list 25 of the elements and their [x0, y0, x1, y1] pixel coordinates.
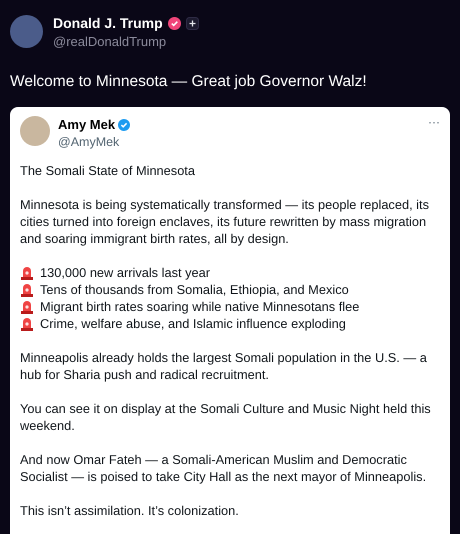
post-text: Welcome to Minnesota — Great job Governor Walz! [9, 72, 368, 92]
paragraph: The Somali State of Minnesota [20, 162, 196, 179]
siren-icon [20, 316, 34, 331]
paragraph: Minneapolis already holds the largest Somali population in the U.S. — a hub for Sharia push and radical recruitment. [20, 348, 428, 383]
quoted-post-card[interactable] [10, 107, 450, 534]
author-name[interactable]: Donald J. Trump [53, 13, 163, 34]
paragraph: This isn’t assimilation. It’s colonization. [20, 502, 240, 519]
list-item: Tens of thousands from Somalia, Ethiopia, and Mexico [40, 280, 349, 298]
verified-badge-icon [118, 119, 130, 131]
more-options[interactable]: ··· [428, 115, 440, 130]
siren-icon [20, 264, 34, 280]
list-item: 130,000 new arrivals last year [40, 264, 210, 281]
paragraph: You can see it on display at the Somali Culture and Music Night held this weekend. [20, 400, 432, 434]
list-item: Crime, welfare abuse, and Islamic influence exploding [40, 314, 346, 332]
siren-icon [20, 298, 34, 314]
avatar[interactable] [10, 15, 43, 48]
plus-icon[interactable] [186, 17, 199, 30]
verified-badge-icon [168, 17, 181, 30]
paragraph: Minnesota is being systematically transformed — its people replaced, its cities turned into foreign enclaves, its future rewritten by mass migration and soaring immigrant birth rates, all by design. [20, 196, 430, 247]
paragraph: And now Omar Fateh — a Somali-American Muslim and Democratic Socialist — is poised to take City Hall as the next mayor of Minneapolis. [20, 450, 428, 485]
author-handle[interactable]: @realDonaldTrump [53, 34, 199, 50]
list-item: Migrant birth rates soaring while native Minnesotans flee [40, 298, 360, 315]
quoted-author-name[interactable]: Amy Mek [58, 115, 116, 135]
quoted-author-handle[interactable]: @AmyMek [58, 134, 420, 150]
siren-icon [20, 282, 34, 297]
